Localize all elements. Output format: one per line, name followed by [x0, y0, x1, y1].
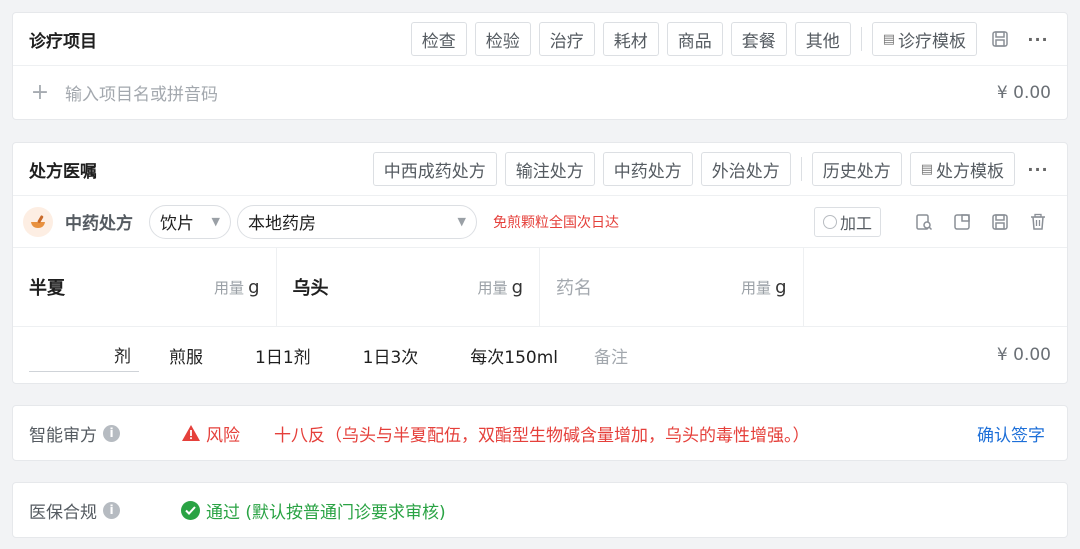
search-doc-icon[interactable]	[909, 207, 939, 237]
treatment-title: 诊疗项目	[29, 31, 97, 52]
usage-method[interactable]: 煎服	[169, 343, 203, 368]
smart-review-label: 智能审方 i	[29, 421, 181, 446]
caret-down-icon: ▼	[211, 215, 220, 228]
more-icon[interactable]: ···	[1023, 24, 1053, 54]
herb-name[interactable]: 乌头	[293, 274, 478, 300]
form-select[interactable]: 饮片 ▼	[149, 204, 231, 239]
risk-detail: 十八反（乌头与半夏配伍，双酯型生物碱含量增加，乌头的毒性增强。）	[274, 425, 810, 446]
processing-label: 加工	[839, 213, 872, 233]
history-rx-button[interactable]: 历史处方	[811, 152, 902, 186]
category-exam-button[interactable]: 检查	[410, 22, 467, 56]
treatment-items-card: 诊疗项目 检查 检验 治疗 耗材 商品 套餐 其他 ▤ 诊疗模板 ··· + 输…	[12, 12, 1068, 120]
dose-count-input[interactable]: 剂	[29, 338, 139, 372]
herb-cell-empty[interactable]	[804, 248, 1068, 326]
chinese-rx-button[interactable]: 中药处方	[602, 152, 693, 186]
processing-toggle[interactable]: 加工	[813, 206, 881, 237]
category-package-button[interactable]: 套餐	[730, 22, 787, 56]
rx-type-label: 中药处方	[65, 214, 133, 234]
category-lab-button[interactable]: 检验	[474, 22, 531, 56]
note-input[interactable]: 备注	[594, 343, 628, 368]
treatment-search-input[interactable]: 输入项目名或拼音码	[65, 80, 218, 105]
prescription-title: 处方医嘱	[29, 161, 97, 182]
pharmacy-select-value: 本地药房	[248, 214, 316, 234]
check-circle-icon	[181, 500, 200, 520]
dose-input[interactable]: 用量	[478, 277, 508, 298]
info-icon[interactable]: i	[103, 501, 120, 519]
herb-grid: 半夏 用量 g 乌头 用量 g 药名 用量 g	[13, 247, 1067, 327]
mortar-icon	[23, 206, 53, 237]
treatment-template-button[interactable]: ▤ 诊疗模板	[871, 22, 977, 56]
pharmacy-select[interactable]: 本地药房 ▼	[237, 204, 477, 239]
dose-input[interactable]: 用量	[741, 277, 771, 298]
risk-label: 风险	[206, 425, 240, 446]
insurance-compliance-card: 医保合规 i 通过 (默认按普通门诊要求审核)	[12, 482, 1068, 538]
insurance-label: 医保合规 i	[29, 498, 181, 523]
infusion-rx-button[interactable]: 输注处方	[504, 152, 595, 186]
save-icon[interactable]	[985, 207, 1015, 237]
dose-count-unit: 剂	[114, 347, 131, 367]
herb-name[interactable]: 半夏	[29, 274, 214, 300]
herb-cell[interactable]: 半夏 用量 g	[13, 248, 277, 326]
herb-cell[interactable]: 乌头 用量 g	[277, 248, 540, 326]
usage-daily-doses[interactable]: 1日1剂	[255, 343, 311, 368]
prescription-card: 处方医嘱 中西成药处方 输注处方 中药处方 外治处方 历史处方 ▤ 处方模板 ·…	[12, 142, 1068, 384]
list-icon: ▤	[920, 161, 933, 177]
divider	[860, 27, 862, 51]
radio-icon	[822, 214, 837, 229]
usage-amount[interactable]: 每次150ml	[470, 343, 558, 368]
window-icon[interactable]	[947, 207, 977, 237]
insurance-result-text: 通过 (默认按普通门诊要求审核)	[206, 502, 446, 523]
delivery-notice[interactable]: 免煎颗粒全国次日达	[493, 212, 619, 232]
form-select-value: 饮片	[160, 214, 194, 234]
rx-template-label: 处方模板	[936, 161, 1004, 182]
trash-icon[interactable]	[1023, 207, 1053, 237]
more-icon[interactable]: ···	[1023, 154, 1053, 184]
treatment-header: 诊疗项目 检查 检验 治疗 耗材 商品 套餐 其他 ▤ 诊疗模板 ···	[13, 13, 1067, 65]
herb-name-input[interactable]: 药名	[556, 274, 741, 300]
external-rx-button[interactable]: 外治处方	[700, 152, 791, 186]
risk-badge: 风险	[181, 421, 240, 446]
category-therapy-button[interactable]: 治疗	[538, 22, 595, 56]
treatment-total: ¥ 0.00	[996, 82, 1051, 103]
treatment-template-label: 诊疗模板	[898, 31, 966, 52]
info-icon[interactable]: i	[103, 424, 120, 442]
smart-review-card: 智能审方 i 风险 十八反（乌头与半夏配伍，双酯型生物碱含量增加，乌头的毒性增强…	[12, 405, 1068, 461]
prescription-header: 处方医嘱 中西成药处方 输注处方 中药处方 外治处方 历史处方 ▤ 处方模板 ·…	[13, 143, 1067, 195]
divider	[800, 157, 802, 181]
herb-cell[interactable]: 药名 用量 g	[540, 248, 804, 326]
insurance-row: 医保合规 i 通过 (默认按普通门诊要求审核)	[13, 483, 1067, 537]
warning-icon	[182, 425, 200, 441]
caret-down-icon: ▼	[457, 215, 466, 228]
treatment-add-row: + 输入项目名或拼音码 ¥ 0.00	[13, 65, 1067, 119]
rx-toolbar: 中药处方 饮片 ▼ 本地药房 ▼ 免煎颗粒全国次日达 加工	[13, 195, 1067, 247]
dose-unit: g	[248, 276, 260, 298]
category-consumables-button[interactable]: 耗材	[602, 22, 659, 56]
list-icon: ▤	[882, 31, 895, 47]
category-other-button[interactable]: 其他	[794, 22, 851, 56]
usage-row: 剂 煎服 1日1剂 1日3次 每次150ml 备注 ¥ 0.00	[13, 327, 1067, 383]
western-rx-button[interactable]: 中西成药处方	[372, 152, 497, 186]
rx-template-button[interactable]: ▤ 处方模板	[909, 152, 1015, 186]
dose-input[interactable]: 用量	[214, 277, 244, 298]
insurance-result: 通过 (默认按普通门诊要求审核)	[181, 498, 446, 523]
plus-icon[interactable]: +	[25, 80, 55, 105]
dose-unit: g	[775, 276, 787, 298]
usage-frequency[interactable]: 1日3次	[363, 343, 419, 368]
prescription-total: ¥ 0.00	[996, 345, 1051, 365]
confirm-sign-link[interactable]: 确认签字	[977, 421, 1045, 446]
smart-review-title: 智能审方	[29, 425, 97, 446]
category-goods-button[interactable]: 商品	[666, 22, 723, 56]
dose-unit: g	[511, 276, 523, 298]
save-icon[interactable]	[985, 24, 1015, 54]
insurance-title: 医保合规	[29, 502, 97, 523]
smart-review-row: 智能审方 i 风险 十八反（乌头与半夏配伍，双酯型生物碱含量增加，乌头的毒性增强…	[13, 406, 1067, 460]
